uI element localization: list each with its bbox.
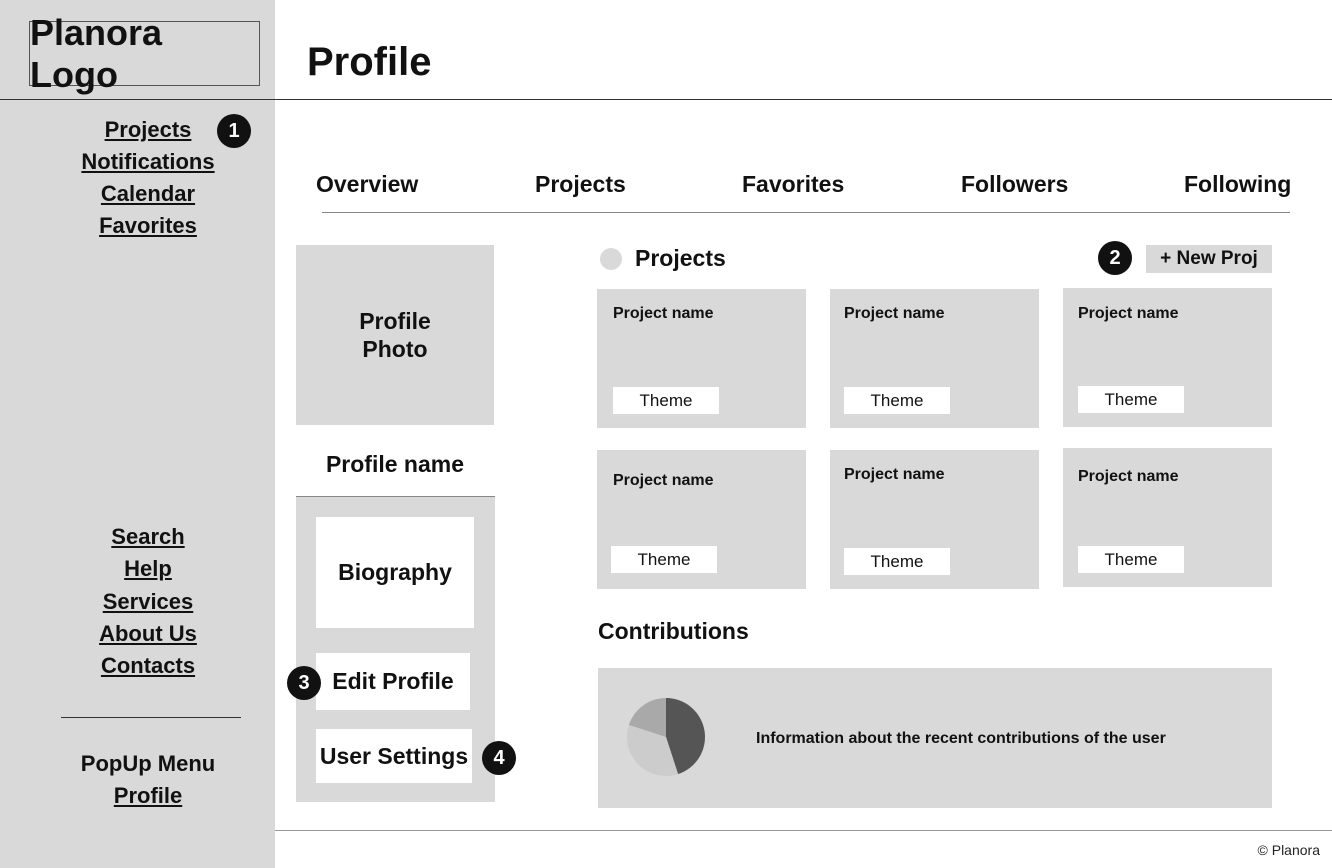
profile-photo-label-line1: Profile (359, 308, 431, 334)
annotation-marker-1: 1 (217, 114, 251, 148)
project-card[interactable]: Project name Theme (1063, 448, 1272, 587)
footer-copyright: © Planora (1257, 842, 1320, 858)
footer-divider (275, 830, 1332, 831)
tabs-divider (322, 212, 1290, 213)
tab-overview[interactable]: Overview (316, 170, 418, 198)
project-card-theme: Theme (844, 548, 950, 575)
sidebar-item-help[interactable]: Help (30, 553, 266, 585)
biography-box: Biography (316, 517, 474, 628)
contributions-text: Information about the recent contributio… (756, 730, 1166, 747)
annotation-marker-4: 4 (482, 741, 516, 775)
project-card-name: Project name (1078, 305, 1179, 322)
profile-photo-label-line2: Photo (362, 336, 428, 362)
project-card-theme: Theme (1078, 386, 1184, 413)
project-card-theme: Theme (613, 387, 719, 414)
sidebar-item-favorites[interactable]: Favorites (30, 210, 266, 242)
project-card[interactable]: Project name Theme (597, 289, 806, 428)
popup-menu-label: PopUp Menu (80, 751, 216, 776)
sidebar-item-search[interactable]: Search (30, 521, 266, 553)
sidebar-divider (61, 717, 241, 718)
project-card-name: Project name (613, 472, 714, 489)
tab-followers[interactable]: Followers (961, 170, 1068, 198)
annotation-marker-3: 3 (287, 666, 321, 700)
project-card-name: Project name (1078, 468, 1179, 485)
header-divider (0, 99, 1332, 100)
project-card[interactable]: Project name Theme (1063, 288, 1272, 427)
project-card[interactable]: Project name Theme (830, 450, 1039, 589)
sidebar-item-services[interactable]: Services (30, 586, 266, 618)
logo[interactable]: Planora Logo (29, 12, 260, 95)
tab-projects[interactable]: Projects (535, 170, 626, 198)
edit-profile-button[interactable]: Edit Profile (316, 653, 470, 710)
project-card-theme: Theme (611, 546, 717, 573)
projects-heading: Projects (635, 245, 726, 271)
tab-favorites[interactable]: Favorites (742, 170, 844, 198)
projects-dot-icon (600, 248, 622, 270)
project-card[interactable]: Project name Theme (597, 450, 806, 589)
sidebar-item-profile[interactable]: Profile (30, 780, 266, 812)
project-card-name: Project name (844, 305, 945, 322)
project-card[interactable]: Project name Theme (830, 289, 1039, 428)
sidebar-item-about-us[interactable]: About Us (30, 618, 266, 650)
sidebar-item-notifications[interactable]: Notifications (30, 146, 266, 178)
contributions-heading: Contributions (598, 618, 749, 644)
project-card-name: Project name (613, 305, 714, 322)
sidebar-item-contacts[interactable]: Contacts (30, 650, 266, 682)
project-card-theme: Theme (844, 387, 950, 414)
project-card-theme: Theme (1078, 546, 1184, 573)
annotation-marker-2: 2 (1098, 241, 1132, 275)
profile-name: Profile name (325, 451, 465, 477)
tab-following[interactable]: Following (1184, 170, 1291, 198)
user-settings-button[interactable]: User Settings (316, 729, 472, 783)
sidebar-item-calendar[interactable]: Calendar (30, 178, 266, 210)
contributions-pie-icon (627, 698, 705, 776)
project-card-name: Project name (844, 466, 945, 483)
profile-photo[interactable]: Profile Photo (296, 245, 494, 425)
new-project-button[interactable]: + New Proj (1146, 245, 1272, 273)
page-title: Profile (307, 40, 432, 84)
